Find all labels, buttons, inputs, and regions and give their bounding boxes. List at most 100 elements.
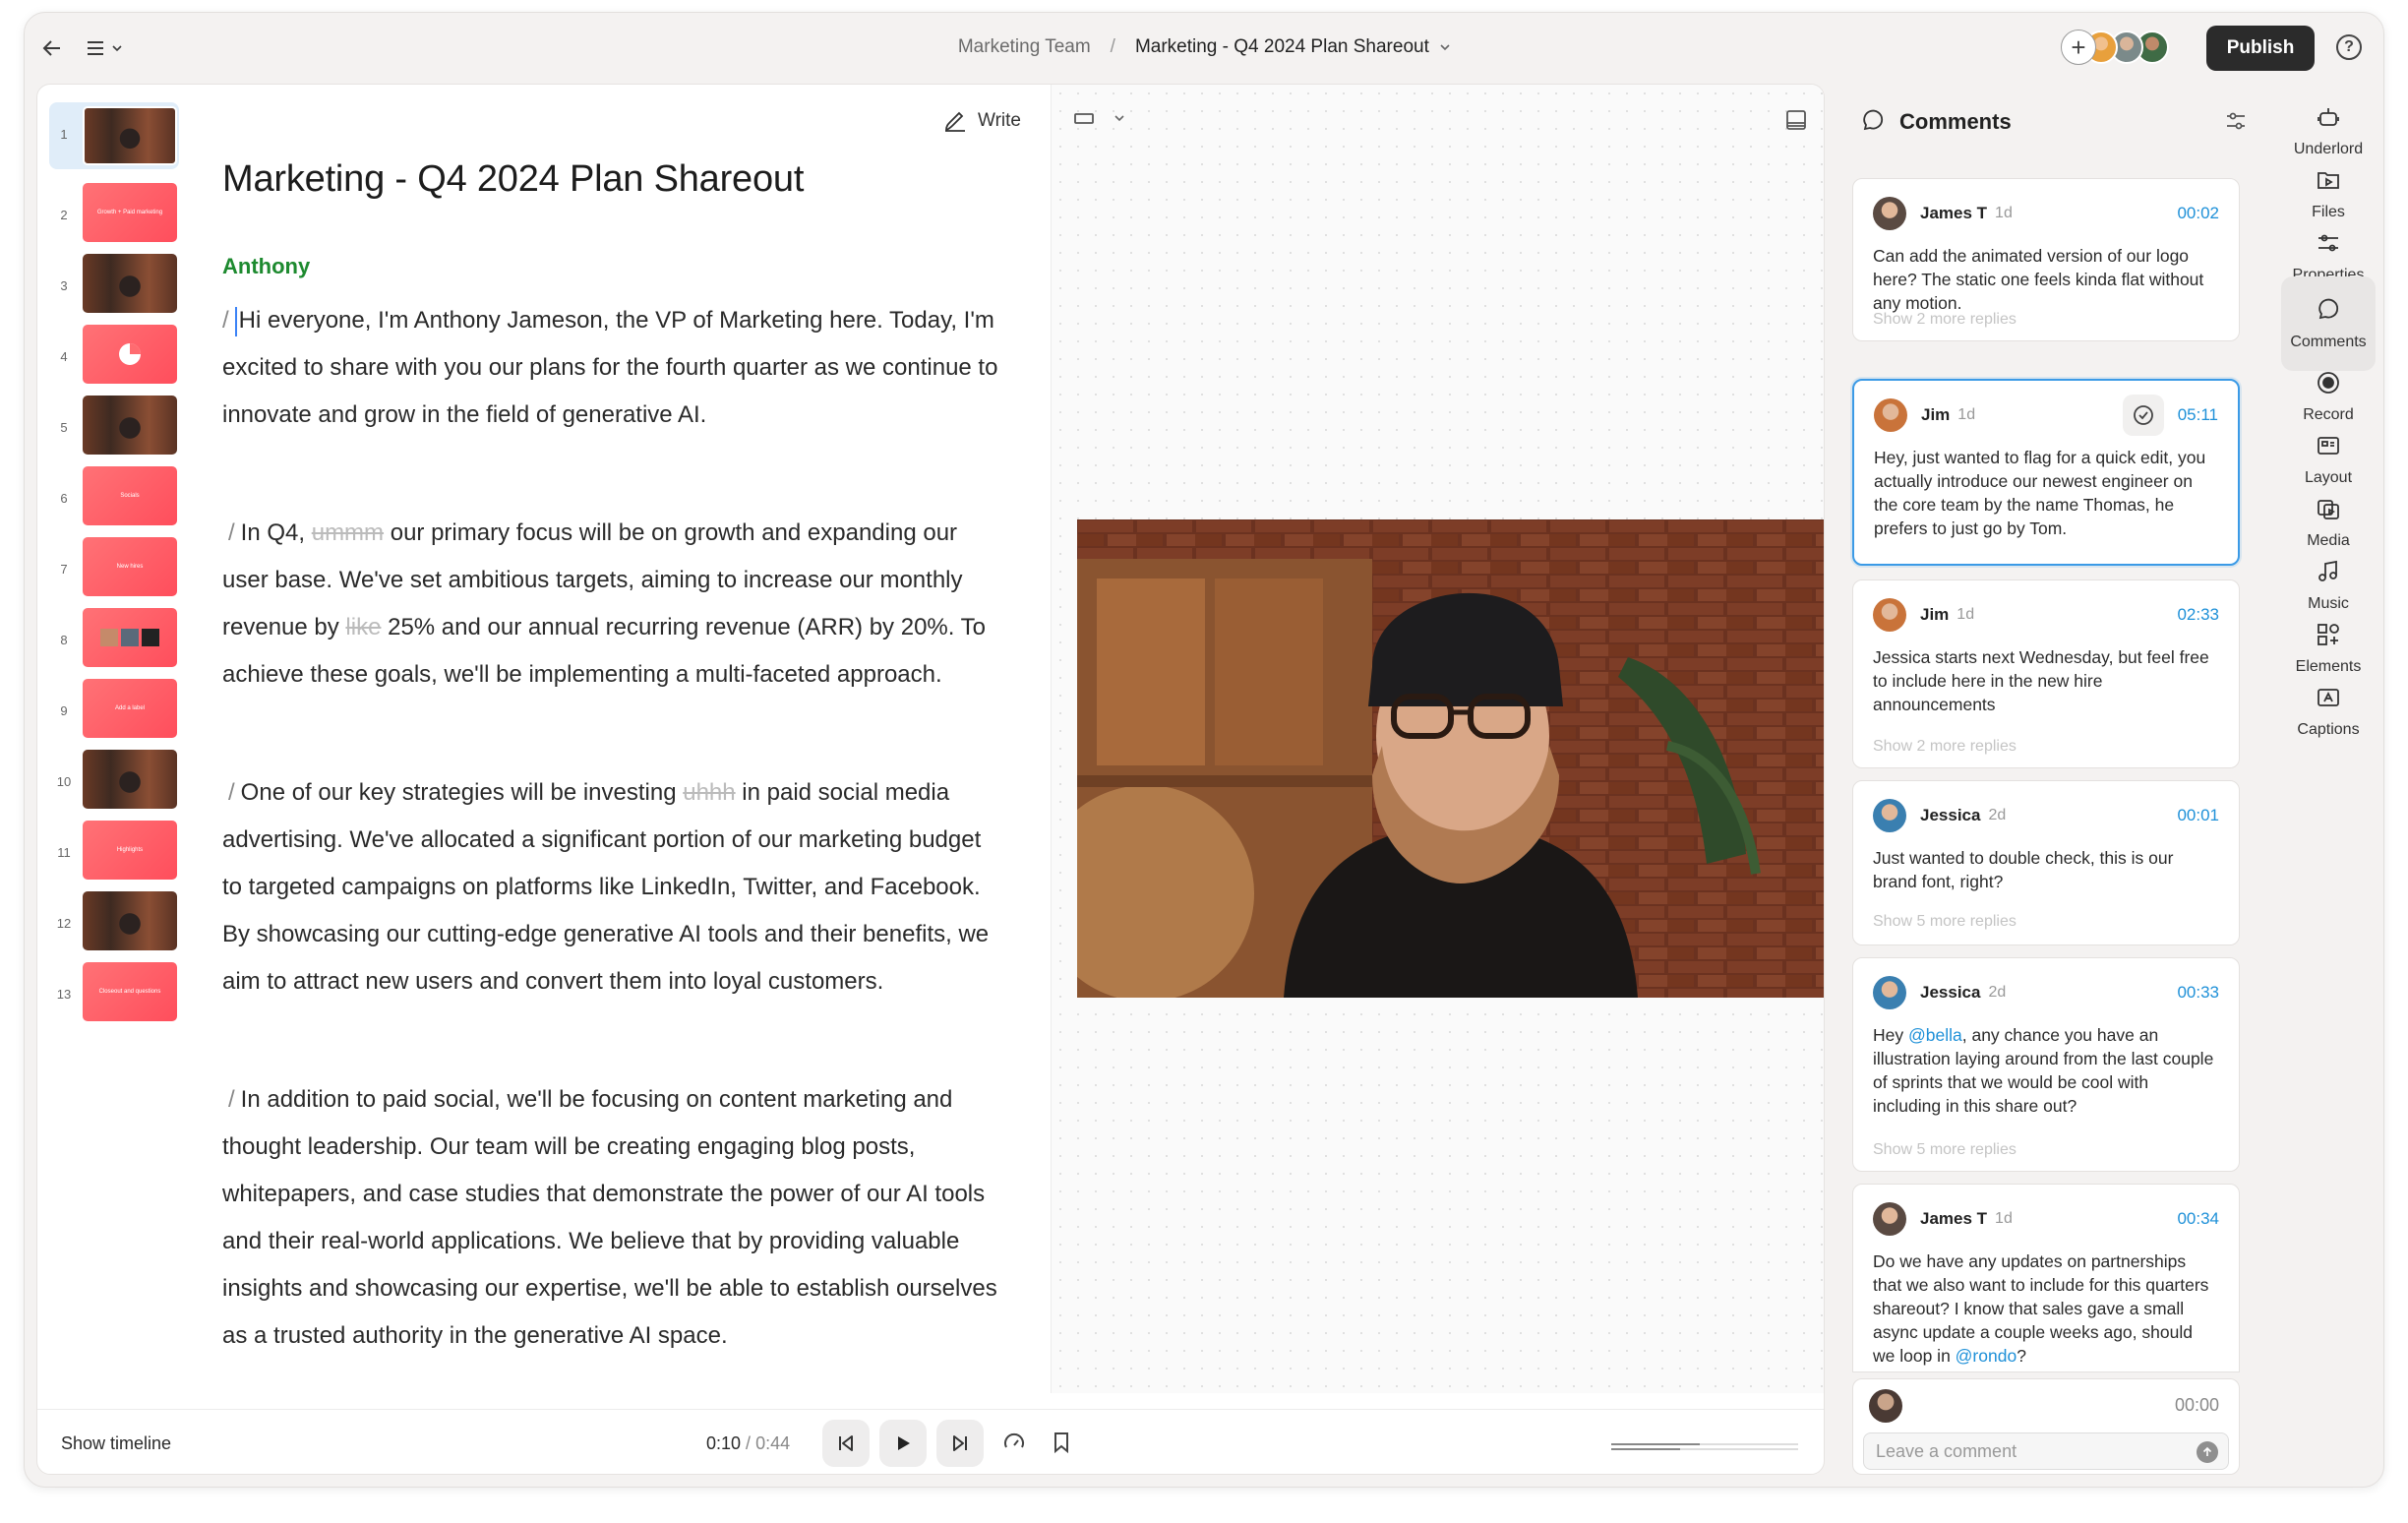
write-mode-button[interactable]: Write xyxy=(942,108,1021,134)
resolve-button[interactable] xyxy=(2122,395,2164,436)
rail-captions[interactable]: Captions xyxy=(2281,664,2376,759)
paragraph-text: In addition to paid social, we'll be foc… xyxy=(222,1086,997,1349)
play-button[interactable] xyxy=(879,1420,927,1467)
show-timeline-button[interactable]: Show timeline xyxy=(61,1433,171,1454)
paragraph-text: in paid social media advertising. We've … xyxy=(222,779,990,995)
avatar xyxy=(1869,1389,1902,1423)
scene-break-marker[interactable]: / xyxy=(228,779,235,806)
scene-number: 4 xyxy=(60,348,68,364)
show-replies-link[interactable]: Show 5 more replies xyxy=(1873,1141,2017,1159)
scene-break-marker[interactable]: / xyxy=(228,519,235,546)
show-replies-link[interactable]: Show 5 more replies xyxy=(1873,913,2017,931)
comment-card[interactable]: Jessica 2d 00:01 Just wanted to double che… xyxy=(1852,780,2240,945)
comment-author: Jessica xyxy=(1920,806,1981,824)
aspect-ratio-select[interactable] xyxy=(1073,110,1126,126)
comment-text: ? xyxy=(2017,1346,2026,1366)
comment-author: Jim xyxy=(1921,405,1951,424)
speaker-label[interactable]: Anthony xyxy=(222,254,310,279)
comment-card[interactable]: James T 1d 00:02 Can add the animated vers… xyxy=(1852,178,2240,341)
check-circle-icon xyxy=(2133,405,2153,425)
scene-thumbnail-2[interactable]: 2 Growth + Paid marketing xyxy=(49,183,179,246)
comment-timestamp[interactable]: 02:33 xyxy=(2177,605,2219,625)
folder-play-icon xyxy=(2318,172,2339,189)
comment-input[interactable]: Leave a comment xyxy=(1863,1432,2229,1470)
comment-card[interactable]: Jessica 2d 00:33 Hey @bella, any chance yo… xyxy=(1852,957,2240,1172)
help-icon[interactable]: ? xyxy=(2336,34,2362,60)
scene-break-marker[interactable]: / xyxy=(222,307,229,334)
publish-button[interactable]: Publish xyxy=(2206,26,2315,71)
comment-age: 2d xyxy=(1988,807,2007,823)
comment-author: James T xyxy=(1920,1209,1988,1228)
scene-thumbnail-3[interactable]: 3 xyxy=(49,254,179,317)
comment-author: James T xyxy=(1920,204,1988,222)
scene-thumbnail-11[interactable]: 11 Highlights xyxy=(49,821,179,883)
scene-number: 9 xyxy=(60,702,68,718)
comment-icon xyxy=(1863,109,1884,131)
app-window: Marketing Team / Marketing - Q4 2024 Plan … xyxy=(24,12,2384,1488)
script-editor[interactable]: Write Marketing - Q4 2024 Plan Shareout … xyxy=(222,85,1049,1393)
scene-preview: Closeout and questions xyxy=(83,962,177,1021)
document-title[interactable]: Marketing - Q4 2024 Plan Shareout xyxy=(222,158,804,201)
comment-timestamp[interactable]: 05:11 xyxy=(2178,405,2218,425)
skip-back-icon xyxy=(839,1435,853,1451)
comment-card[interactable]: James T 1d 00:34 Do we have any updates on… xyxy=(1852,1184,2240,1372)
removed-filler-word[interactable]: like xyxy=(345,614,381,640)
playback-speed-icon[interactable] xyxy=(997,1426,1031,1459)
chevron-down-icon xyxy=(1114,115,1124,122)
script-paragraph[interactable]: / Hi everyone, I'm Anthony Jameson, the V… xyxy=(222,297,999,439)
show-replies-link[interactable]: Show 2 more replies xyxy=(1873,311,2017,329)
panel-toggle-icon[interactable] xyxy=(1784,108,1808,137)
scene-thumbnail-4[interactable]: 4 xyxy=(49,325,179,388)
scene-preview: New hires xyxy=(83,537,177,596)
comments-header: Comments xyxy=(1860,109,2012,135)
comment-timestamp[interactable]: 00:02 xyxy=(2177,204,2219,223)
comment-body: Hey @bella, any chance you have an illus… xyxy=(1873,1023,2219,1118)
skip-back-button[interactable] xyxy=(822,1420,870,1467)
comments-panel: Comments James T 1d 00:02 Can add the anim… xyxy=(1836,84,2259,1475)
scene-thumbnail-9[interactable]: 9 Add a label xyxy=(49,679,179,742)
scene-thumbnail-8[interactable]: 8 xyxy=(49,608,179,671)
scene-thumbnail-7[interactable]: 7 New hires xyxy=(49,537,179,600)
comment-card[interactable]: Jim 1d 02:33 Jessica starts next Wednesday… xyxy=(1852,579,2240,768)
scene-thumbnail-1[interactable]: 1 xyxy=(49,102,179,169)
removed-filler-word[interactable]: ummm xyxy=(312,519,384,546)
record-icon xyxy=(2318,372,2339,394)
bookmark-icon[interactable] xyxy=(1045,1426,1078,1459)
scene-preview: Highlights xyxy=(83,821,177,880)
script-paragraph[interactable]: / In Q4, ummm our primary focus will be o… xyxy=(222,510,999,699)
mention-link[interactable]: @bella xyxy=(1908,1025,1962,1045)
script-paragraph[interactable]: / One of our key strategies will be inves… xyxy=(222,769,999,1005)
breadcrumb-project[interactable]: Marketing - Q4 2024 Plan Shareout xyxy=(1135,36,1429,57)
video-preview[interactable] xyxy=(1077,519,1824,998)
scene-preview xyxy=(83,396,177,455)
scene-number: 13 xyxy=(56,986,72,1002)
comment-timestamp[interactable]: 00:33 xyxy=(2177,983,2219,1003)
scene-break-marker[interactable]: / xyxy=(228,1086,235,1113)
scene-number: 6 xyxy=(60,490,68,506)
script-paragraph[interactable]: / In addition to paid social, we'll be fo… xyxy=(222,1076,999,1360)
arrow-up-icon xyxy=(2202,1446,2212,1456)
removed-filler-word[interactable]: uhhh xyxy=(683,779,735,806)
zoom-slider[interactable] xyxy=(1611,1439,1798,1450)
scene-thumbnail-12[interactable]: 12 xyxy=(49,891,179,954)
scene-thumbnail-13[interactable]: 13 Closeout and questions xyxy=(49,962,179,1025)
breadcrumb-team[interactable]: Marketing Team xyxy=(958,36,1091,57)
layout-icon xyxy=(2318,437,2339,455)
music-icon xyxy=(2318,560,2337,581)
filter-icon[interactable] xyxy=(2224,109,2248,138)
scene-thumbnail-5[interactable]: 5 xyxy=(49,396,179,458)
pen-icon xyxy=(945,111,965,132)
scene-thumbnail-10[interactable]: 10 xyxy=(49,750,179,813)
add-collaborator-button[interactable]: + xyxy=(2061,30,2096,65)
comment-timestamp[interactable]: 00:01 xyxy=(2177,806,2219,825)
send-comment-button[interactable] xyxy=(2197,1441,2218,1463)
mention-link[interactable]: @rondo xyxy=(1956,1346,2017,1366)
comment-timestamp[interactable]: 00:34 xyxy=(2177,1209,2219,1229)
skip-forward-button[interactable] xyxy=(936,1420,984,1467)
chevron-down-icon[interactable] xyxy=(1438,42,1452,52)
scene-thumbnail-6[interactable]: 6 Socials xyxy=(49,466,179,529)
show-replies-link[interactable]: Show 2 more replies xyxy=(1873,738,2017,756)
time-display: 0:10 / 0:44 xyxy=(706,1433,790,1454)
comment-card-selected[interactable]: Jim 1d 05:11 Hey, just wanted to flag for… xyxy=(1852,379,2240,566)
rail-label: Captions xyxy=(2297,721,2360,738)
